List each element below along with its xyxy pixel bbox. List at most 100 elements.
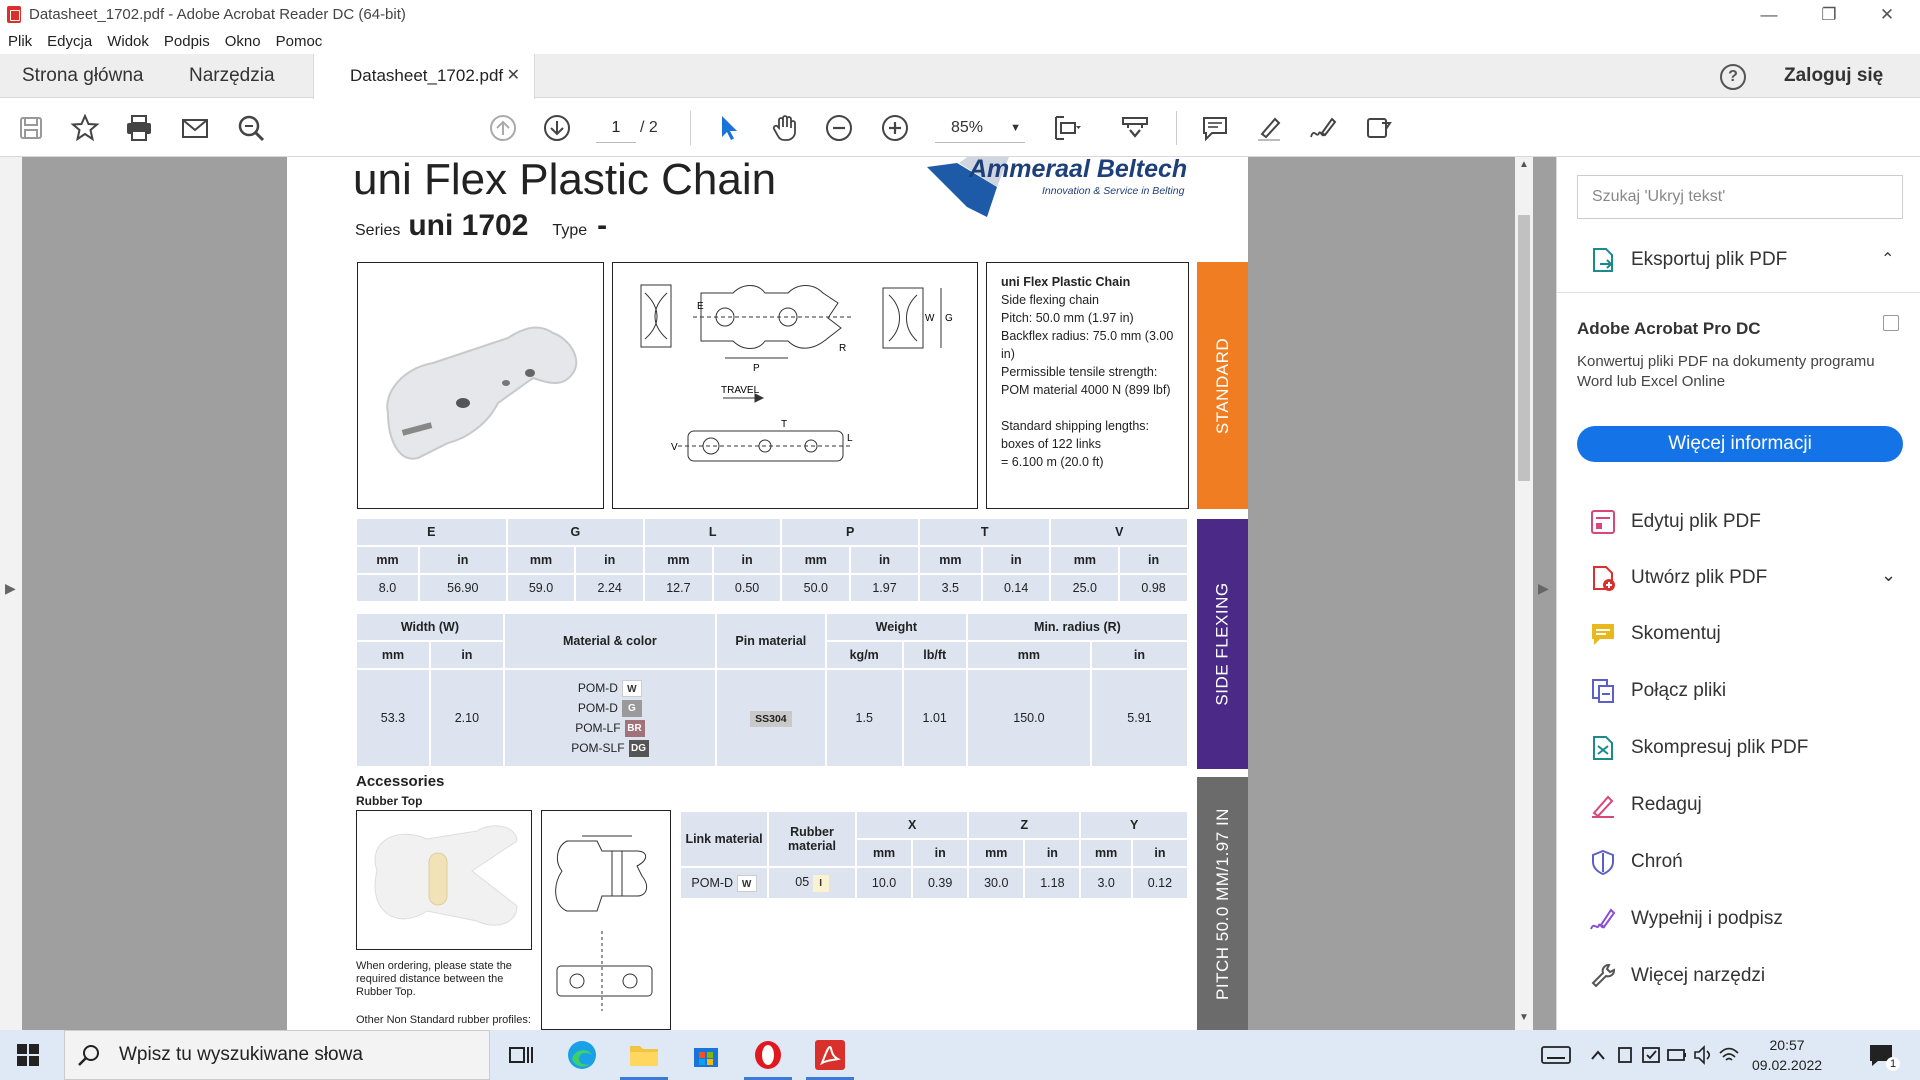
dim-group-e: E [357, 519, 506, 545]
volume-icon[interactable] [1692, 1039, 1714, 1071]
tab-home[interactable]: Strona główna [22, 54, 143, 98]
restore-button[interactable]: ❐ [1800, 0, 1858, 29]
scroll-down-icon[interactable]: ▼ [1519, 1012, 1529, 1023]
tool-more-tools[interactable]: Więcej narzędzi [1589, 961, 1765, 991]
keyboard-icon[interactable] [1540, 1039, 1572, 1071]
tool-redact[interactable]: Redaguj [1589, 790, 1702, 820]
scrollbar-thumb[interactable] [1518, 215, 1530, 481]
unit-cell: in [982, 547, 1050, 573]
scroll-up-icon[interactable]: ▲ [1519, 159, 1529, 170]
chevron-up-icon[interactable]: ⌃ [1881, 249, 1894, 269]
chevron-up-tray-icon[interactable] [1588, 1039, 1608, 1071]
value-cell: 8.0 [357, 575, 418, 601]
highlight-pen-icon[interactable] [1252, 111, 1286, 145]
previous-page-icon[interactable] [486, 111, 520, 145]
tool-protect[interactable]: Chroń [1589, 847, 1683, 877]
more-tools-icon[interactable] [1362, 111, 1396, 145]
help-icon[interactable]: ? [1720, 64, 1746, 90]
edge-browser-icon[interactable] [566, 1039, 598, 1071]
scroll-mode-icon[interactable] [1118, 111, 1152, 145]
page-number-input[interactable]: 1 [596, 113, 636, 143]
edit-pdf-icon [1591, 510, 1615, 534]
email-icon[interactable] [178, 111, 212, 145]
menu-help[interactable]: Pomoc [276, 33, 323, 50]
hand-tool-icon[interactable] [768, 111, 802, 145]
unit-cell: mm [969, 840, 1024, 866]
security-icon[interactable] [1640, 1039, 1662, 1071]
vertical-scrollbar[interactable]: ▲ ▼ [1515, 157, 1533, 1030]
device-icon[interactable] [1614, 1039, 1636, 1071]
chevron-down-icon[interactable]: ⌄ [1881, 565, 1896, 586]
microsoft-store-icon[interactable] [690, 1039, 722, 1071]
select-cursor-icon[interactable] [712, 111, 746, 145]
sign-icon[interactable] [1306, 111, 1340, 145]
title-bar: Datasheet_1702.pdf - Adobe Acrobat Reade… [0, 0, 1920, 29]
tool-create-pdf[interactable]: Utwórz plik PDF [1589, 563, 1767, 593]
compress-pdf-icon [1593, 736, 1613, 760]
tool-comment[interactable]: Skomentuj [1589, 619, 1721, 649]
save-icon[interactable] [14, 111, 48, 145]
tab-tools[interactable]: Narzędzia [189, 54, 275, 98]
menu-window[interactable]: Okno [225, 33, 261, 50]
zoom-select[interactable]: 85% ▼ [935, 113, 1025, 143]
export-pdf-icon [1593, 248, 1613, 272]
promo-dismiss-icon[interactable] [1883, 315, 1899, 331]
wifi-icon[interactable] [1718, 1039, 1740, 1071]
document-viewer[interactable]: ▶ uni Flex Plastic Chain Series uni 1702… [0, 157, 1556, 1030]
taskbar-search-placeholder: Wpisz tu wyszukiwane słowa [119, 1044, 363, 1065]
acrobat-reader-taskbar-icon[interactable] [814, 1039, 846, 1071]
battery-icon[interactable] [1666, 1039, 1688, 1071]
page-fit-icon[interactable] [1050, 111, 1084, 145]
opera-browser-icon[interactable] [752, 1039, 784, 1071]
info-line: Pitch: 50.0 mm (1.97 in) [1001, 311, 1134, 325]
windows-start-icon[interactable] [16, 1043, 40, 1067]
material-item: POM-SLF DG [571, 739, 649, 757]
pin-header: Pin material [716, 614, 825, 668]
info-heading: uni Flex Plastic Chain [1001, 275, 1131, 289]
tab-document[interactable]: Datasheet_1702.pdf ✕ [313, 54, 535, 99]
link-material-header: Link material [681, 812, 767, 866]
tool-compress-pdf[interactable]: Skompresuj plik PDF [1589, 733, 1808, 763]
value-cell: 53.3 [357, 670, 429, 766]
dim-label-t: T [781, 419, 787, 430]
menu-view[interactable]: Widok [107, 33, 149, 50]
product-photo [357, 262, 604, 509]
minimize-button[interactable]: — [1740, 0, 1798, 29]
collapse-right-panel-icon[interactable]: ▶ [1538, 580, 1549, 597]
bookmark-star-icon[interactable] [68, 111, 102, 145]
close-tab-icon[interactable]: ✕ [507, 54, 520, 98]
more-info-button[interactable]: Więcej informacji [1577, 426, 1903, 462]
close-window-button[interactable]: ✕ [1858, 0, 1916, 29]
unit-cell: mm [357, 547, 418, 573]
task-view-icon[interactable] [505, 1039, 537, 1071]
dim-label-v: V [671, 442, 678, 453]
export-pdf-item[interactable]: Eksportuj plik PDF [1589, 245, 1787, 275]
tool-search-input[interactable]: Szukaj 'Ukryj tekst' [1577, 175, 1903, 219]
comment-icon[interactable] [1198, 111, 1232, 145]
file-explorer-icon[interactable] [628, 1039, 660, 1071]
print-icon[interactable] [122, 111, 156, 145]
login-link[interactable]: Zaloguj się [1784, 54, 1883, 98]
menu-sign[interactable]: Podpis [164, 33, 210, 50]
unit-cell: mm [857, 840, 912, 866]
taskbar-search-box[interactable]: Wpisz tu wyszukiwane słowa [64, 1030, 490, 1080]
search-zoom-icon[interactable] [234, 111, 268, 145]
other-profiles-note: Other Non Standard rubber profiles: [356, 1014, 531, 1026]
expand-left-panel-icon[interactable]: ▶ [5, 580, 16, 597]
side-flexing-tab-label: SIDE FLEXING [1213, 582, 1233, 706]
chevron-down-icon: ▼ [1010, 122, 1021, 134]
system-clock[interactable]: 20:57 09.02.2022 [1752, 1035, 1822, 1075]
notification-center-icon[interactable]: 1 [1866, 1039, 1900, 1071]
menu-file[interactable]: Plik [8, 33, 32, 50]
tool-fill-sign[interactable]: Wypełnij i podpisz [1589, 904, 1783, 934]
tool-label: Skompresuj plik PDF [1631, 737, 1809, 758]
menu-edit[interactable]: Edycja [47, 33, 92, 50]
tool-combine-files[interactable]: Połącz pliki [1589, 676, 1726, 706]
tool-edit-pdf[interactable]: Edytuj plik PDF [1589, 507, 1761, 537]
rubber-value-row: POM-D W 05 I 10.0 0.39 30.0 1.18 3.0 0.12 [681, 868, 1187, 898]
zoom-in-icon[interactable] [878, 111, 912, 145]
material-name: POM-D [577, 701, 618, 715]
next-page-icon[interactable] [540, 111, 574, 145]
zoom-out-icon[interactable] [822, 111, 856, 145]
rubber-top-drawing [541, 810, 671, 1030]
